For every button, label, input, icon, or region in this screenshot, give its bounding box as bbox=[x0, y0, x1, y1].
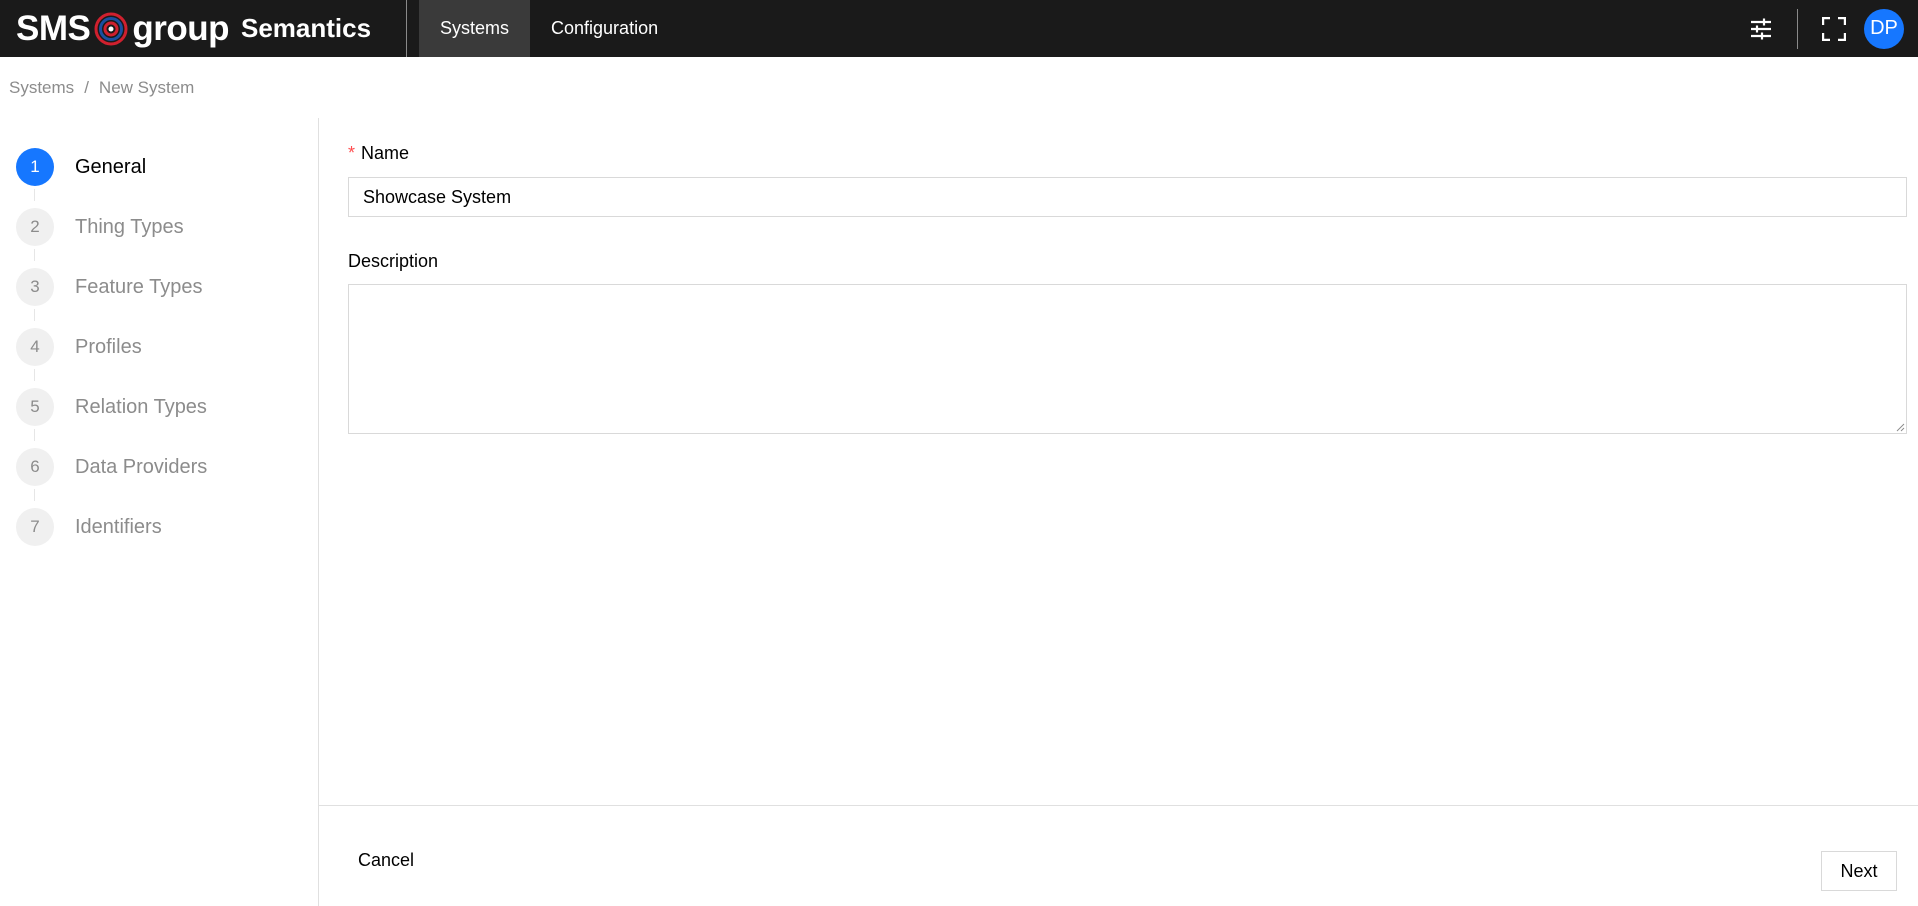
required-marker: * bbox=[348, 143, 356, 163]
step-connector bbox=[34, 429, 35, 441]
step-number: 6 bbox=[16, 448, 54, 486]
step-number: 5 bbox=[16, 388, 54, 426]
main-nav: Systems Configuration bbox=[419, 0, 679, 57]
step-connector bbox=[34, 249, 35, 261]
step-identifiers[interactable]: 7 Identifiers bbox=[16, 489, 316, 557]
breadcrumb-separator: / bbox=[84, 78, 89, 97]
breadcrumb-systems[interactable]: Systems bbox=[9, 78, 74, 98]
step-thing-types[interactable]: 2 Thing Types bbox=[16, 189, 316, 257]
avatar[interactable]: DP bbox=[1864, 8, 1904, 49]
step-connector bbox=[34, 369, 35, 381]
description-label: Description bbox=[348, 251, 439, 271]
logo-text-group: group bbox=[132, 8, 229, 48]
sidebar-divider bbox=[318, 118, 319, 906]
step-label: Profiles bbox=[75, 335, 142, 358]
fullscreen-icon[interactable] bbox=[1814, 9, 1854, 49]
brand: SMS group Semantics bbox=[0, 0, 406, 57]
app-name: Semantics bbox=[241, 13, 372, 43]
step-connector bbox=[34, 189, 35, 201]
step-profiles[interactable]: 4 Profiles bbox=[16, 309, 316, 377]
step-general[interactable]: 1 General bbox=[16, 137, 316, 197]
resize-grip-icon[interactable] bbox=[1895, 422, 1905, 432]
name-label-text: Name bbox=[361, 143, 410, 163]
step-connector bbox=[34, 489, 35, 501]
sms-group-logo[interactable]: SMS group bbox=[16, 9, 229, 49]
nav-systems[interactable]: Systems bbox=[419, 0, 531, 57]
step-label: Thing Types bbox=[75, 215, 184, 238]
step-label: Relation Types bbox=[75, 395, 207, 418]
step-data-providers[interactable]: 6 Data Providers bbox=[16, 429, 316, 497]
top-header: SMS group Semantics Systems Configuratio… bbox=[0, 0, 1918, 57]
footer-divider bbox=[319, 805, 1918, 806]
step-number: 4 bbox=[16, 328, 54, 366]
step-label: Feature Types bbox=[75, 275, 203, 298]
step-label: Data Providers bbox=[75, 455, 208, 478]
step-number: 1 bbox=[16, 148, 54, 186]
step-label: General bbox=[75, 155, 147, 178]
description-input[interactable] bbox=[348, 284, 1907, 434]
header-actions: DP bbox=[1741, 0, 1918, 57]
nav-configuration[interactable]: Configuration bbox=[530, 0, 679, 57]
step-label: Identifiers bbox=[75, 515, 162, 538]
cancel-button[interactable]: Cancel bbox=[352, 846, 420, 875]
next-button[interactable]: Next bbox=[1821, 851, 1897, 891]
breadcrumb-new-system: New System bbox=[98, 78, 195, 97]
step-number: 3 bbox=[16, 268, 54, 306]
logo-text-sms: SMS bbox=[16, 8, 91, 48]
name-label: * Name bbox=[348, 143, 409, 164]
sliders-icon[interactable] bbox=[1741, 9, 1781, 49]
step-number: 7 bbox=[16, 508, 54, 546]
step-number: 2 bbox=[16, 208, 54, 246]
breadcrumb: Systems / New System bbox=[9, 78, 194, 98]
step-relation-types[interactable]: 5 Relation Types bbox=[16, 369, 316, 437]
header-separator bbox=[1797, 8, 1798, 49]
wizard-stepper: 1 General 2 Thing Types 3 Feature Types … bbox=[16, 137, 316, 557]
step-connector bbox=[34, 309, 35, 321]
logo-ring-icon bbox=[94, 12, 128, 45]
step-feature-types[interactable]: 3 Feature Types bbox=[16, 249, 316, 317]
header-divider bbox=[406, 0, 407, 57]
name-input[interactable] bbox=[348, 177, 1907, 217]
